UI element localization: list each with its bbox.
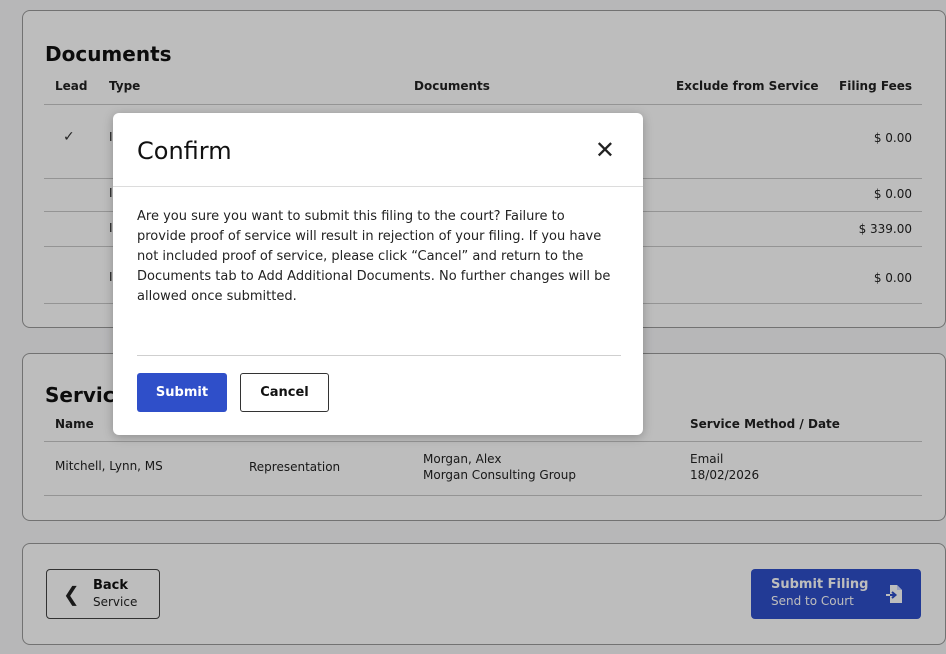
dialog-divider bbox=[137, 355, 621, 356]
cancel-button[interactable]: Cancel bbox=[240, 373, 329, 412]
dialog-title: Confirm bbox=[137, 137, 232, 165]
dialog-divider bbox=[113, 186, 643, 187]
confirm-dialog: Confirm ✕ Are you sure you want to submi… bbox=[113, 113, 643, 435]
dialog-message: Are you sure you want to submit this fil… bbox=[137, 209, 611, 304]
submit-button[interactable]: Submit bbox=[137, 373, 227, 412]
close-icon[interactable]: ✕ bbox=[595, 137, 615, 163]
